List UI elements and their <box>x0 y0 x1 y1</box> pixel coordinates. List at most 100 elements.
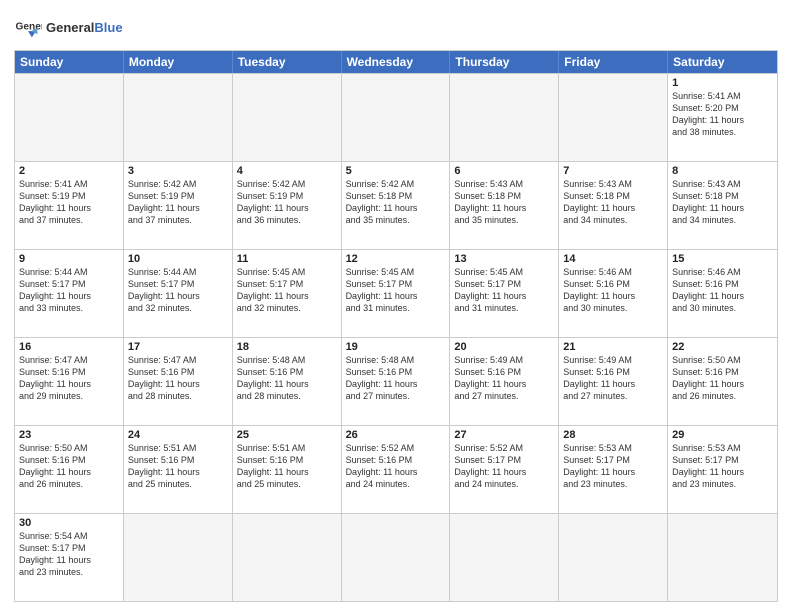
weekday-header-thursday: Thursday <box>450 51 559 73</box>
cal-cell-empty <box>233 74 342 161</box>
cell-daylight-info: Sunrise: 5:44 AM Sunset: 5:17 PM Dayligh… <box>128 266 228 315</box>
calendar-row-0: 1Sunrise: 5:41 AM Sunset: 5:20 PM Daylig… <box>15 73 777 161</box>
cell-daylight-info: Sunrise: 5:43 AM Sunset: 5:18 PM Dayligh… <box>563 178 663 227</box>
weekday-header-friday: Friday <box>559 51 668 73</box>
cal-cell-day-24: 24Sunrise: 5:51 AM Sunset: 5:16 PM Dayli… <box>124 426 233 513</box>
cal-cell-day-5: 5Sunrise: 5:42 AM Sunset: 5:18 PM Daylig… <box>342 162 451 249</box>
cal-cell-day-18: 18Sunrise: 5:48 AM Sunset: 5:16 PM Dayli… <box>233 338 342 425</box>
cal-cell-day-3: 3Sunrise: 5:42 AM Sunset: 5:19 PM Daylig… <box>124 162 233 249</box>
day-number: 1 <box>672 77 773 89</box>
day-number: 4 <box>237 165 337 177</box>
day-number: 7 <box>563 165 663 177</box>
cal-cell-day-17: 17Sunrise: 5:47 AM Sunset: 5:16 PM Dayli… <box>124 338 233 425</box>
cell-daylight-info: Sunrise: 5:47 AM Sunset: 5:16 PM Dayligh… <box>19 354 119 403</box>
cell-daylight-info: Sunrise: 5:50 AM Sunset: 5:16 PM Dayligh… <box>672 354 773 403</box>
cell-daylight-info: Sunrise: 5:52 AM Sunset: 5:17 PM Dayligh… <box>454 442 554 491</box>
day-number: 5 <box>346 165 446 177</box>
day-number: 2 <box>19 165 119 177</box>
cal-cell-day-6: 6Sunrise: 5:43 AM Sunset: 5:18 PM Daylig… <box>450 162 559 249</box>
weekday-header-sunday: Sunday <box>15 51 124 73</box>
weekday-header-monday: Monday <box>124 51 233 73</box>
cal-cell-day-25: 25Sunrise: 5:51 AM Sunset: 5:16 PM Dayli… <box>233 426 342 513</box>
cal-cell-day-23: 23Sunrise: 5:50 AM Sunset: 5:16 PM Dayli… <box>15 426 124 513</box>
cell-daylight-info: Sunrise: 5:50 AM Sunset: 5:16 PM Dayligh… <box>19 442 119 491</box>
day-number: 21 <box>563 341 663 353</box>
day-number: 23 <box>19 429 119 441</box>
cal-cell-empty <box>450 74 559 161</box>
day-number: 27 <box>454 429 554 441</box>
day-number: 24 <box>128 429 228 441</box>
weekday-header-tuesday: Tuesday <box>233 51 342 73</box>
day-number: 13 <box>454 253 554 265</box>
cell-daylight-info: Sunrise: 5:54 AM Sunset: 5:17 PM Dayligh… <box>19 530 119 579</box>
day-number: 17 <box>128 341 228 353</box>
weekday-header-saturday: Saturday <box>668 51 777 73</box>
cal-cell-empty <box>559 514 668 601</box>
cal-cell-day-14: 14Sunrise: 5:46 AM Sunset: 5:16 PM Dayli… <box>559 250 668 337</box>
day-number: 19 <box>346 341 446 353</box>
day-number: 12 <box>346 253 446 265</box>
day-number: 14 <box>563 253 663 265</box>
logo-icon: General <box>14 14 42 42</box>
cell-daylight-info: Sunrise: 5:41 AM Sunset: 5:20 PM Dayligh… <box>672 90 773 139</box>
cal-cell-day-20: 20Sunrise: 5:49 AM Sunset: 5:16 PM Dayli… <box>450 338 559 425</box>
calendar-body: 1Sunrise: 5:41 AM Sunset: 5:20 PM Daylig… <box>15 73 777 601</box>
logo: General GeneralBlue <box>14 14 123 42</box>
cal-cell-day-13: 13Sunrise: 5:45 AM Sunset: 5:17 PM Dayli… <box>450 250 559 337</box>
day-number: 20 <box>454 341 554 353</box>
calendar-row-4: 23Sunrise: 5:50 AM Sunset: 5:16 PM Dayli… <box>15 425 777 513</box>
cal-cell-day-7: 7Sunrise: 5:43 AM Sunset: 5:18 PM Daylig… <box>559 162 668 249</box>
calendar-row-5: 30Sunrise: 5:54 AM Sunset: 5:17 PM Dayli… <box>15 513 777 601</box>
day-number: 26 <box>346 429 446 441</box>
day-number: 10 <box>128 253 228 265</box>
cell-daylight-info: Sunrise: 5:49 AM Sunset: 5:16 PM Dayligh… <box>454 354 554 403</box>
cal-cell-day-30: 30Sunrise: 5:54 AM Sunset: 5:17 PM Dayli… <box>15 514 124 601</box>
cell-daylight-info: Sunrise: 5:44 AM Sunset: 5:17 PM Dayligh… <box>19 266 119 315</box>
day-number: 18 <box>237 341 337 353</box>
cal-cell-empty <box>450 514 559 601</box>
day-number: 3 <box>128 165 228 177</box>
day-number: 28 <box>563 429 663 441</box>
cal-cell-day-8: 8Sunrise: 5:43 AM Sunset: 5:18 PM Daylig… <box>668 162 777 249</box>
day-number: 22 <box>672 341 773 353</box>
day-number: 16 <box>19 341 119 353</box>
header: General GeneralBlue <box>14 10 778 42</box>
cell-daylight-info: Sunrise: 5:45 AM Sunset: 5:17 PM Dayligh… <box>454 266 554 315</box>
cal-cell-empty <box>668 514 777 601</box>
calendar-header: SundayMondayTuesdayWednesdayThursdayFrid… <box>15 51 777 73</box>
cell-daylight-info: Sunrise: 5:49 AM Sunset: 5:16 PM Dayligh… <box>563 354 663 403</box>
day-number: 15 <box>672 253 773 265</box>
day-number: 30 <box>19 517 119 529</box>
cell-daylight-info: Sunrise: 5:43 AM Sunset: 5:18 PM Dayligh… <box>672 178 773 227</box>
day-number: 9 <box>19 253 119 265</box>
cal-cell-day-22: 22Sunrise: 5:50 AM Sunset: 5:16 PM Dayli… <box>668 338 777 425</box>
calendar-row-1: 2Sunrise: 5:41 AM Sunset: 5:19 PM Daylig… <box>15 161 777 249</box>
cal-cell-empty <box>342 514 451 601</box>
day-number: 29 <box>672 429 773 441</box>
logo-text: GeneralBlue <box>46 21 123 35</box>
cal-cell-empty <box>559 74 668 161</box>
cal-cell-day-26: 26Sunrise: 5:52 AM Sunset: 5:16 PM Dayli… <box>342 426 451 513</box>
page: General GeneralBlue SundayMondayTuesdayW… <box>0 0 792 612</box>
cal-cell-day-1: 1Sunrise: 5:41 AM Sunset: 5:20 PM Daylig… <box>668 74 777 161</box>
cell-daylight-info: Sunrise: 5:48 AM Sunset: 5:16 PM Dayligh… <box>346 354 446 403</box>
cal-cell-day-19: 19Sunrise: 5:48 AM Sunset: 5:16 PM Dayli… <box>342 338 451 425</box>
cell-daylight-info: Sunrise: 5:48 AM Sunset: 5:16 PM Dayligh… <box>237 354 337 403</box>
cell-daylight-info: Sunrise: 5:51 AM Sunset: 5:16 PM Dayligh… <box>237 442 337 491</box>
cal-cell-day-28: 28Sunrise: 5:53 AM Sunset: 5:17 PM Dayli… <box>559 426 668 513</box>
cell-daylight-info: Sunrise: 5:42 AM Sunset: 5:19 PM Dayligh… <box>237 178 337 227</box>
cal-cell-day-2: 2Sunrise: 5:41 AM Sunset: 5:19 PM Daylig… <box>15 162 124 249</box>
cal-cell-day-11: 11Sunrise: 5:45 AM Sunset: 5:17 PM Dayli… <box>233 250 342 337</box>
cell-daylight-info: Sunrise: 5:45 AM Sunset: 5:17 PM Dayligh… <box>346 266 446 315</box>
cal-cell-day-12: 12Sunrise: 5:45 AM Sunset: 5:17 PM Dayli… <box>342 250 451 337</box>
cal-cell-day-21: 21Sunrise: 5:49 AM Sunset: 5:16 PM Dayli… <box>559 338 668 425</box>
cell-daylight-info: Sunrise: 5:52 AM Sunset: 5:16 PM Dayligh… <box>346 442 446 491</box>
cal-cell-day-16: 16Sunrise: 5:47 AM Sunset: 5:16 PM Dayli… <box>15 338 124 425</box>
cell-daylight-info: Sunrise: 5:47 AM Sunset: 5:16 PM Dayligh… <box>128 354 228 403</box>
calendar-row-3: 16Sunrise: 5:47 AM Sunset: 5:16 PM Dayli… <box>15 337 777 425</box>
cal-cell-day-27: 27Sunrise: 5:52 AM Sunset: 5:17 PM Dayli… <box>450 426 559 513</box>
cell-daylight-info: Sunrise: 5:42 AM Sunset: 5:18 PM Dayligh… <box>346 178 446 227</box>
cal-cell-day-9: 9Sunrise: 5:44 AM Sunset: 5:17 PM Daylig… <box>15 250 124 337</box>
cal-cell-empty <box>124 74 233 161</box>
cell-daylight-info: Sunrise: 5:51 AM Sunset: 5:16 PM Dayligh… <box>128 442 228 491</box>
